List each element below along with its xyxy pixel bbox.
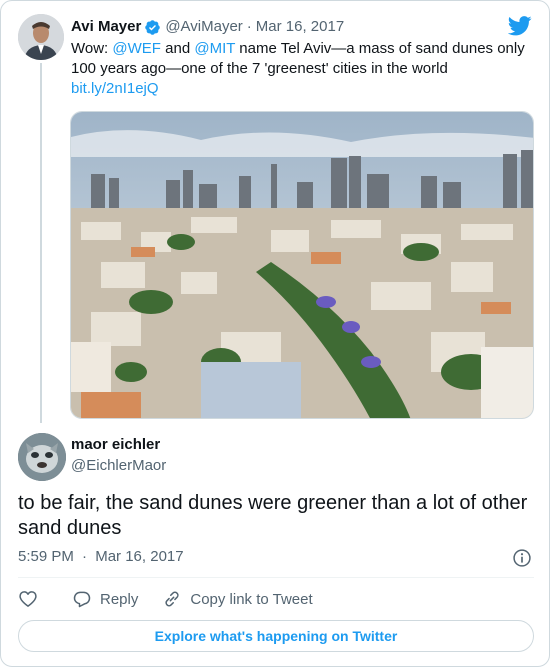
- action-bar: Reply Copy link to Tweet: [18, 588, 337, 610]
- embedded-tweet-card: Avi Mayer @AviMayer · Mar 16, 2017 Wow: …: [0, 0, 550, 667]
- reply-time[interactable]: 5:59 PM: [18, 548, 74, 565]
- reply-text: to be fair, the sand dunes were greener …: [18, 492, 528, 539]
- avatar[interactable]: [18, 14, 64, 60]
- divider: [18, 577, 534, 578]
- author-name[interactable]: maor eichler: [71, 435, 160, 455]
- verified-badge-icon: [145, 19, 161, 35]
- tweet-header: Avi Mayer @AviMayer · Mar 16, 2017: [71, 17, 344, 37]
- info-icon[interactable]: [512, 548, 532, 568]
- author-name[interactable]: Avi Mayer: [71, 17, 141, 37]
- heart-icon: [19, 591, 37, 607]
- mention-link[interactable]: @WEF: [112, 40, 161, 57]
- tweet-photo[interactable]: [70, 111, 534, 419]
- reply-icon: [73, 591, 91, 608]
- reply-date[interactable]: Mar 16, 2017: [95, 548, 183, 565]
- avatar[interactable]: [18, 433, 66, 481]
- tweet-text-prefix: Wow:: [71, 40, 113, 57]
- thread-connector-line: [40, 63, 42, 423]
- separator-dot: ·: [246, 18, 252, 35]
- link-icon: [165, 591, 179, 607]
- explore-twitter-button[interactable]: Explore what's happening on Twitter: [18, 620, 534, 652]
- copy-link-button[interactable]: Copy link to Tweet: [162, 589, 313, 609]
- reply-button-label: Reply: [100, 590, 139, 608]
- tweet-text-connector: and: [160, 40, 195, 57]
- twitter-bird-icon[interactable]: [508, 16, 532, 36]
- mention-link[interactable]: @MIT: [194, 40, 235, 57]
- reply-button[interactable]: Reply: [72, 589, 138, 609]
- reply-timestamp[interactable]: 5:59 PM · Mar 16, 2017: [18, 547, 184, 567]
- tweet-text: Wow: @WEF and @MIT name Tel Aviv—a mass …: [71, 39, 541, 99]
- tweet-date[interactable]: Mar 16, 2017: [256, 17, 344, 37]
- copy-link-label: Copy link to Tweet: [190, 590, 313, 608]
- like-button[interactable]: [18, 589, 38, 609]
- separator-dot: ·: [82, 548, 88, 565]
- author-handle[interactable]: @EichlerMaor: [71, 456, 166, 476]
- url-link[interactable]: bit.ly/2nI1ejQ: [71, 80, 159, 97]
- author-handle[interactable]: @AviMayer: [165, 17, 242, 37]
